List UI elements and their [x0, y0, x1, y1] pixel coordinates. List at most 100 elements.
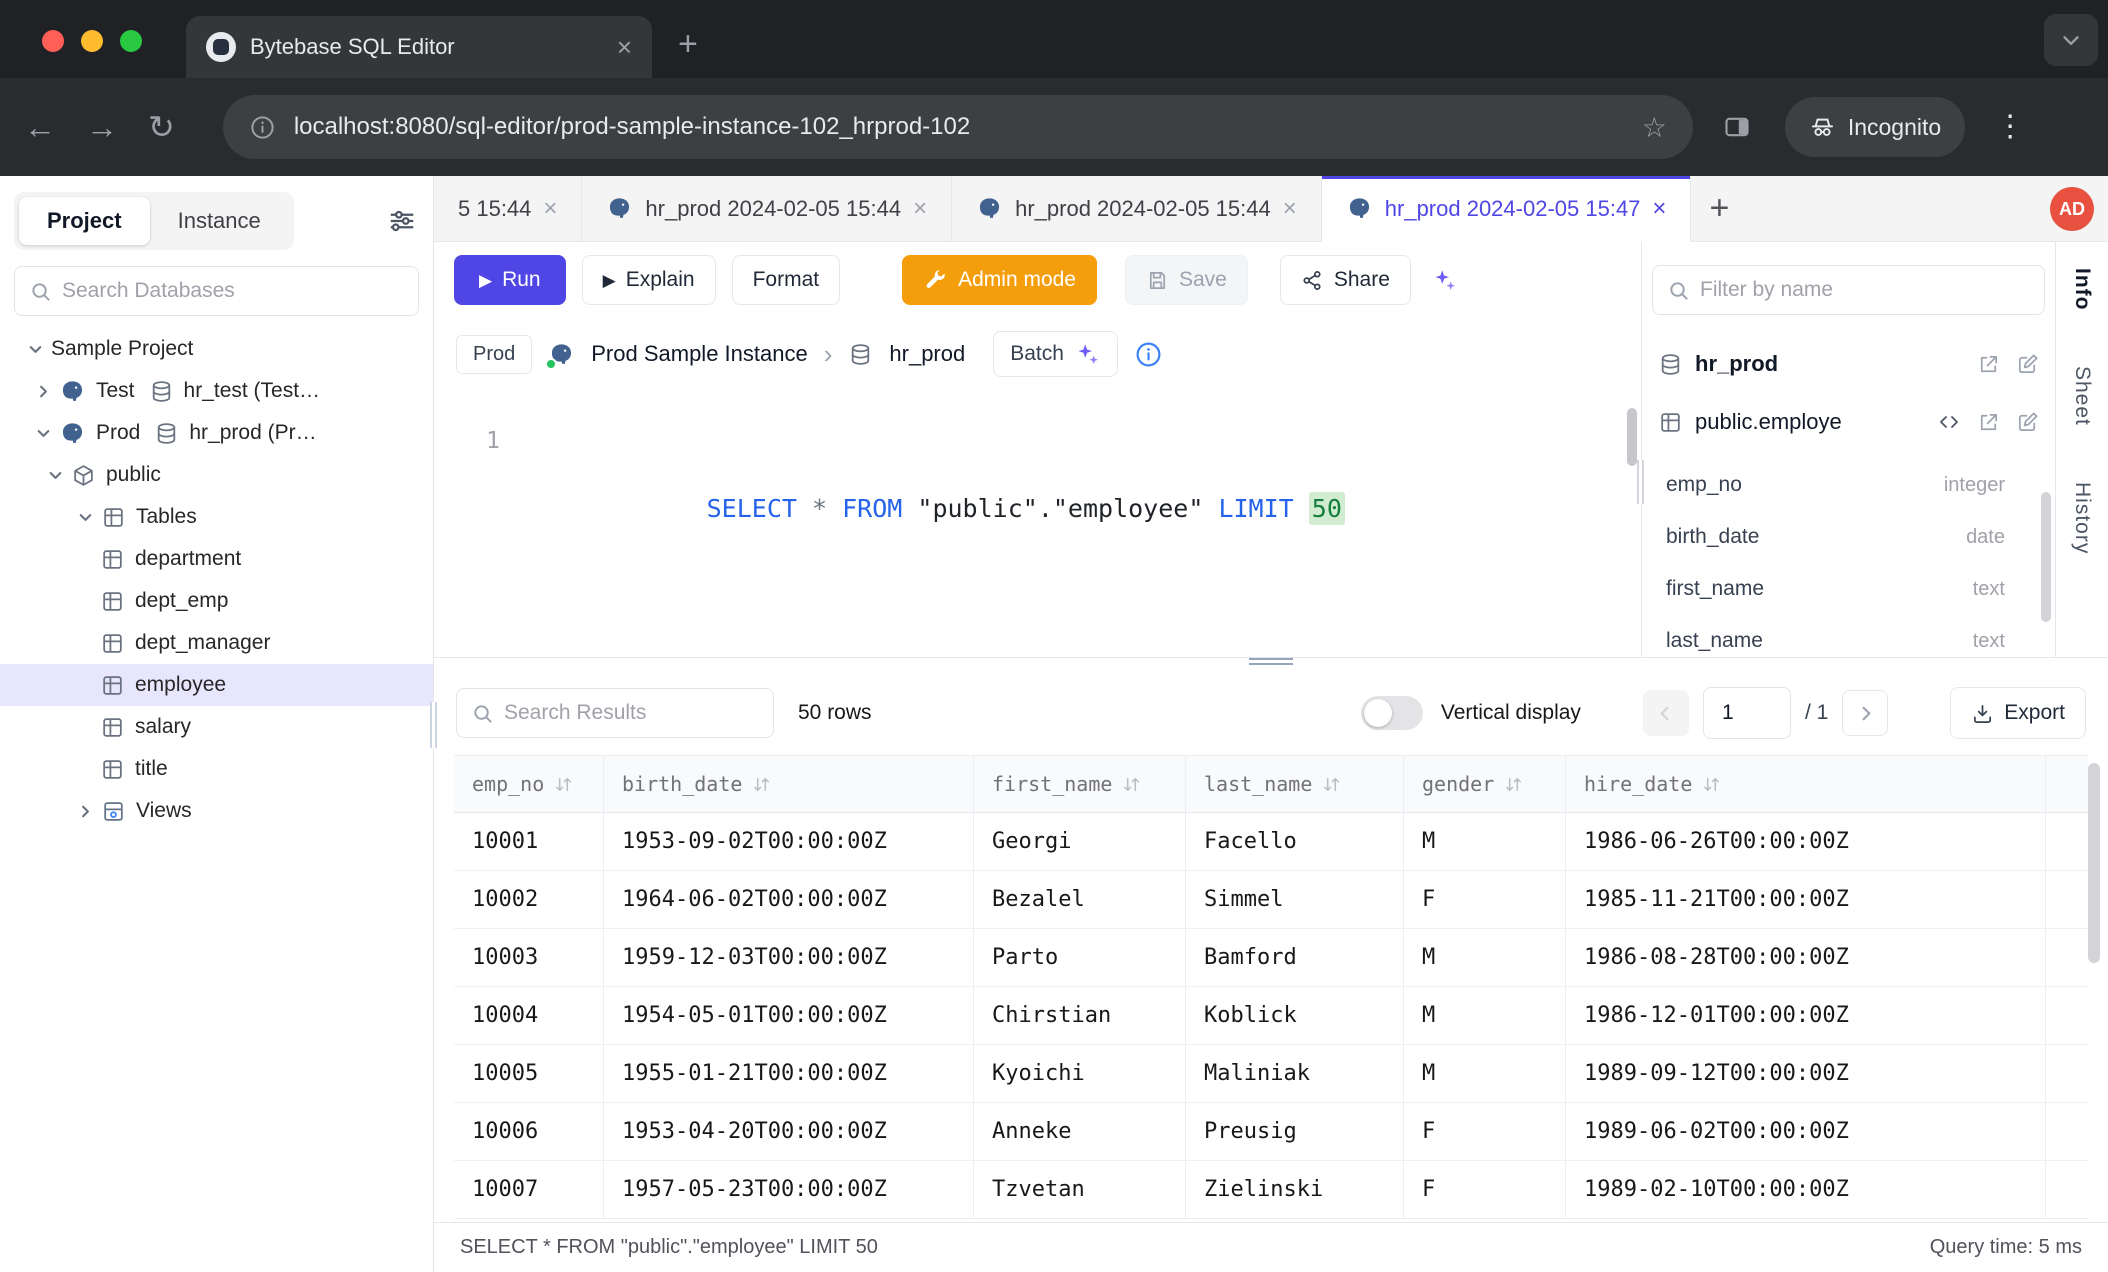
export-button[interactable]: Export	[1950, 687, 2086, 739]
results-splitter[interactable]	[434, 657, 2108, 665]
avatar[interactable]: AD	[2050, 187, 2094, 231]
sidebar-tab[interactable]: Project	[19, 197, 150, 245]
next-page-button[interactable]	[1842, 690, 1888, 736]
batch-button[interactable]: Batch	[993, 331, 1118, 377]
database-name[interactable]: hr_prod	[889, 341, 965, 367]
admin-mode-button[interactable]: Admin mode	[902, 255, 1097, 305]
open-external-icon[interactable]	[1977, 411, 2000, 434]
caret-down-icon[interactable]	[26, 340, 45, 359]
tree-item[interactable]: salary	[0, 706, 433, 748]
tree-item[interactable]: Test hr_test (Test…	[0, 370, 433, 412]
view-schema-icon[interactable]	[1937, 410, 1961, 434]
sort-icon[interactable]	[1504, 775, 1523, 794]
close-icon[interactable]: ×	[1652, 195, 1666, 223]
side-panel-icon[interactable]	[1723, 113, 1751, 141]
browser-tab[interactable]: Bytebase SQL Editor ×	[186, 16, 652, 78]
right-rail-tab[interactable]: Sheet	[2070, 366, 2094, 426]
explain-button[interactable]: ▶ Explain	[582, 255, 716, 305]
results-search-input[interactable]	[504, 701, 759, 725]
panel-table-row[interactable]: public.employe	[1642, 393, 2055, 451]
new-query-tab-button[interactable]: +	[1691, 189, 1747, 228]
column-header[interactable]: gender	[1404, 756, 1566, 812]
editor-tab[interactable]: hr_prod 2024-02-05 15:44 ×	[582, 176, 952, 241]
editor-tab[interactable]: hr_prod 2024-02-05 15:44 ×	[952, 176, 1322, 241]
reload-button[interactable]: ↻	[148, 111, 175, 143]
bookmark-star-icon[interactable]: ☆	[1642, 111, 1667, 144]
column-header[interactable]: birth_date	[604, 756, 974, 812]
column-header[interactable]: hire_date	[1566, 756, 2046, 812]
save-button[interactable]: Save	[1125, 255, 1248, 305]
results-scrollbar[interactable]	[2088, 763, 2100, 963]
database-search[interactable]	[14, 266, 419, 316]
tree-item[interactable]: public	[0, 454, 433, 496]
editor-tab[interactable]: hr_prod 2024-02-05 15:47 ×	[1322, 176, 1692, 242]
tree-item[interactable]: Sample Project	[0, 328, 433, 370]
tree-item[interactable]: Views	[0, 790, 433, 832]
tree-item[interactable]: Prod hr_prod (Pr…	[0, 412, 433, 454]
sort-icon[interactable]	[752, 775, 771, 794]
schema-filter-input[interactable]	[1700, 278, 2030, 302]
url-bar[interactable]: localhost:8080/sql-editor/prod-sample-in…	[223, 95, 1693, 159]
prev-page-button[interactable]	[1643, 690, 1689, 736]
ai-assistant-button[interactable]	[1427, 263, 1462, 298]
sidebar-resize-handle[interactable]	[430, 702, 437, 748]
window-minimize-button[interactable]	[81, 30, 103, 52]
sort-icon[interactable]	[1122, 775, 1141, 794]
results-search[interactable]	[456, 688, 774, 738]
caret-down-icon[interactable]	[34, 424, 53, 443]
database-search-input[interactable]	[62, 279, 404, 303]
panel-database-row[interactable]: hr_prod	[1642, 335, 2055, 393]
run-button[interactable]: ▶ Run	[454, 255, 566, 305]
tree-item[interactable]: Tables	[0, 496, 433, 538]
right-rail-tab[interactable]: Info	[2070, 268, 2094, 310]
close-icon[interactable]: ×	[1283, 195, 1297, 223]
column-header[interactable]: first_name	[974, 756, 1186, 812]
column-header[interactable]: last_name	[1186, 756, 1404, 812]
sidebar-tab[interactable]: Instance	[150, 197, 289, 245]
tree-item[interactable]: dept_emp	[0, 580, 433, 622]
caret-right-icon[interactable]	[76, 802, 95, 821]
caret-down-icon[interactable]	[76, 508, 95, 527]
panel-resize-handle[interactable]	[1637, 460, 1644, 504]
edit-icon[interactable]	[2016, 353, 2039, 376]
tree-settings-icon[interactable]	[387, 206, 417, 236]
environment-chip[interactable]: Prod	[456, 335, 532, 374]
column-row[interactable]: first_name text	[1642, 563, 2055, 615]
editor-scrollbar[interactable]	[1627, 408, 1637, 466]
window-zoom-button[interactable]	[120, 30, 142, 52]
column-row[interactable]: last_name text	[1642, 615, 2055, 657]
tree-item[interactable]: dept_manager	[0, 622, 433, 664]
column-row[interactable]: birth_date date	[1642, 511, 2055, 563]
sort-icon[interactable]	[1702, 775, 1721, 794]
editor-tab[interactable]: 5 15:44 ×	[434, 176, 582, 241]
edit-icon[interactable]	[2016, 411, 2039, 434]
sql-editor[interactable]: 1 SELECT * FROM "public"."employee" LIMI…	[434, 390, 1641, 657]
page-input[interactable]	[1703, 687, 1791, 739]
close-icon[interactable]: ×	[913, 195, 927, 223]
info-icon[interactable]	[1134, 340, 1163, 369]
close-icon[interactable]: ×	[543, 195, 557, 223]
column-row[interactable]: emp_no integer	[1642, 459, 2055, 511]
share-button[interactable]: Share	[1280, 255, 1411, 305]
forward-button[interactable]: →	[86, 111, 118, 143]
sort-icon[interactable]	[1322, 775, 1341, 794]
right-rail-tab[interactable]: History	[2070, 482, 2094, 554]
sort-icon[interactable]	[554, 775, 573, 794]
browser-menu-button[interactable]: ⋮	[1995, 112, 2025, 142]
window-close-button[interactable]	[42, 30, 64, 52]
site-info-icon[interactable]	[249, 114, 276, 141]
format-button[interactable]: Format	[732, 255, 841, 305]
back-button[interactable]: ←	[24, 111, 56, 143]
caret-down-icon[interactable]	[46, 466, 65, 485]
column-header[interactable]: emp_no	[454, 756, 604, 812]
caret-right-icon[interactable]	[34, 382, 53, 401]
vertical-display-toggle[interactable]	[1361, 696, 1423, 730]
tree-item[interactable]: employee	[0, 664, 433, 706]
instance-name[interactable]: Prod Sample Instance	[591, 341, 807, 367]
tree-item[interactable]: department	[0, 538, 433, 580]
tree-item[interactable]: title	[0, 748, 433, 790]
open-external-icon[interactable]	[1977, 353, 2000, 376]
schema-filter[interactable]	[1652, 265, 2045, 315]
tab-close-icon[interactable]: ×	[617, 32, 632, 63]
tab-search-button[interactable]	[2044, 14, 2098, 66]
